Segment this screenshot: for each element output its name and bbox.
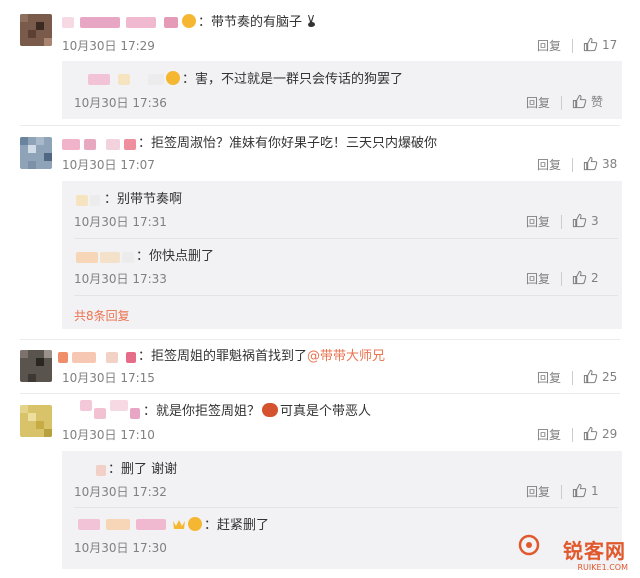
reply-button[interactable]: 回复 bbox=[526, 272, 550, 286]
reply-button[interactable]: 回复 bbox=[537, 158, 561, 172]
thumbs-up-icon bbox=[572, 213, 587, 228]
timestamp: 10月30日 17:07 bbox=[62, 158, 155, 172]
reply-button[interactable]: 回复 bbox=[537, 39, 561, 53]
like-count: 2 bbox=[591, 270, 599, 285]
smile-emoji-icon bbox=[182, 14, 196, 28]
reply-text: ：别带节奏啊 bbox=[104, 192, 183, 207]
timestamp: 10月30日 17:33 bbox=[74, 272, 167, 286]
thumbs-up-icon bbox=[583, 156, 598, 171]
like-button[interactable]: 29 bbox=[583, 426, 617, 441]
divider bbox=[561, 215, 562, 229]
avatar[interactable] bbox=[20, 14, 52, 46]
comment-text: ：拒签周姐的罪魁祸首找到了@带带大师兄 bbox=[138, 349, 386, 364]
like-count: 38 bbox=[602, 156, 618, 171]
like-count: 3 bbox=[591, 213, 599, 228]
timestamp: 10月30日 17:30 bbox=[74, 541, 167, 555]
thumbs-up-icon bbox=[583, 426, 598, 441]
reply-text: ：害，不过就是一群只会传话的狗罢了 bbox=[166, 71, 403, 88]
like-count: 29 bbox=[602, 426, 618, 441]
like-button[interactable]: 2 bbox=[572, 270, 599, 285]
divider bbox=[20, 125, 620, 126]
thumbs-up-icon bbox=[572, 94, 587, 109]
timestamp: 10月30日 17:10 bbox=[62, 428, 155, 442]
username-blurred[interactable] bbox=[76, 252, 98, 263]
like-button[interactable]: 3 bbox=[572, 213, 599, 228]
divider bbox=[74, 238, 618, 239]
like-button[interactable]: 赞 bbox=[572, 94, 603, 109]
like-count: 25 bbox=[602, 369, 618, 384]
username-blurred[interactable] bbox=[88, 74, 110, 85]
thumbs-up-icon bbox=[583, 37, 598, 52]
like-button[interactable]: 25 bbox=[583, 369, 617, 384]
reply-button[interactable]: 回复 bbox=[537, 428, 561, 442]
reply-text: ：删了 谢谢 bbox=[108, 462, 178, 477]
like-count: 1 bbox=[591, 483, 599, 498]
like-button[interactable]: 17 bbox=[583, 37, 617, 52]
timestamp: 10月30日 17:15 bbox=[62, 371, 155, 385]
divider bbox=[20, 393, 620, 394]
divider bbox=[561, 96, 562, 110]
mention-link[interactable]: @带带大师兄 bbox=[307, 349, 385, 364]
watermark-text: 锐客网 bbox=[563, 539, 626, 563]
timestamp: 10月30日 17:36 bbox=[74, 96, 167, 110]
divider bbox=[561, 485, 562, 499]
timestamp: 10月30日 17:29 bbox=[62, 39, 155, 53]
divider bbox=[572, 39, 573, 53]
watermark-subtext: RUIKE1.COM bbox=[577, 563, 629, 572]
like-button[interactable]: 38 bbox=[583, 156, 617, 171]
timestamp: 10月30日 17:32 bbox=[74, 485, 167, 499]
reply-button[interactable]: 回复 bbox=[526, 215, 550, 229]
reply-button[interactable]: 回复 bbox=[526, 96, 550, 110]
like-count: 17 bbox=[602, 37, 618, 52]
smile-emoji-icon bbox=[188, 517, 202, 531]
reply-button[interactable]: 回复 bbox=[526, 485, 550, 499]
divider bbox=[74, 507, 618, 508]
more-replies-link[interactable]: 共8条回复 bbox=[74, 307, 130, 324]
thumbs-up-icon bbox=[572, 483, 587, 498]
avatar[interactable] bbox=[20, 350, 52, 382]
divider bbox=[572, 428, 573, 442]
username-blurred[interactable] bbox=[76, 195, 88, 206]
thumbs-up-icon bbox=[572, 270, 587, 285]
crown-icon bbox=[173, 520, 185, 529]
avatar[interactable] bbox=[20, 405, 52, 437]
like-count: 赞 bbox=[591, 94, 604, 109]
timestamp: 10月30日 17:31 bbox=[74, 215, 167, 229]
divider bbox=[572, 371, 573, 385]
divider bbox=[572, 158, 573, 172]
divider bbox=[561, 272, 562, 286]
reply-text: ：赶紧删了 bbox=[188, 517, 269, 534]
victory-hand-icon bbox=[308, 15, 316, 27]
reply-button[interactable]: 回复 bbox=[537, 371, 561, 385]
smile-emoji-icon bbox=[166, 71, 180, 85]
reply-text: ：你快点删了 bbox=[136, 249, 215, 264]
divider bbox=[74, 295, 618, 296]
username-blurred[interactable] bbox=[96, 465, 106, 476]
reply-box bbox=[62, 61, 622, 119]
divider bbox=[20, 339, 620, 340]
comment-text: ：带节奏的有脑子 bbox=[182, 14, 318, 31]
comment-text: ：就是你拒签周姐？ 可真是个带恶人 bbox=[143, 403, 372, 419]
avatar[interactable] bbox=[20, 137, 52, 169]
comment-text: ：拒签周淑怡？准妹有你好果子吃！三天只内爆破你 bbox=[138, 136, 438, 151]
logo-icon bbox=[518, 534, 540, 556]
like-button[interactable]: 1 bbox=[572, 483, 599, 498]
angry-emoji-icon bbox=[262, 403, 279, 417]
thumbs-up-icon bbox=[583, 369, 598, 384]
